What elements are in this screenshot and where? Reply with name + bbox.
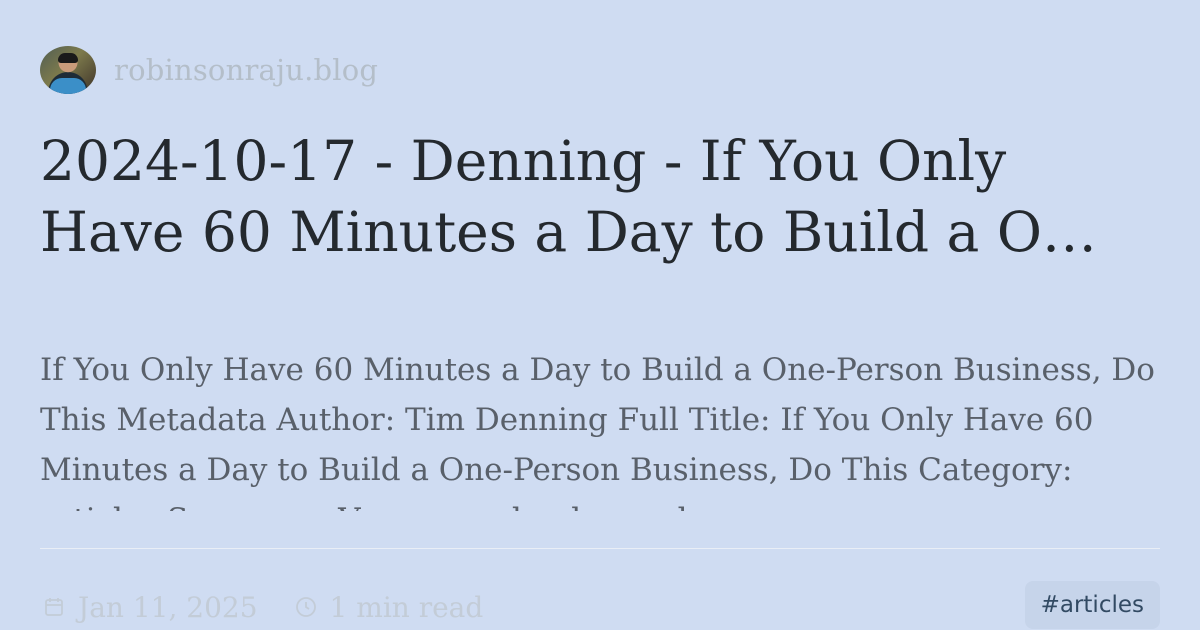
post-preview-card: robinsonraju.blog 2024-10-17 - Denning -… — [40, 40, 1160, 629]
post-date: Jan 11, 2025 — [40, 591, 258, 624]
calendar-icon — [40, 593, 68, 621]
post-title: 2024-10-17 - Denning - If You Only Have … — [40, 129, 1097, 264]
read-time: 1 min read — [292, 590, 484, 624]
post-excerpt: If You Only Have 60 Minutes a Day to Bui… — [40, 352, 1155, 511]
divider — [40, 548, 1160, 549]
site-name: robinsonraju.blog — [114, 53, 379, 87]
post-date-text: Jan 11, 2025 — [78, 590, 258, 624]
read-time-text: 1 min read — [329, 590, 484, 624]
author-avatar — [40, 46, 96, 94]
tag-articles[interactable]: #articles — [1024, 581, 1160, 629]
site-header: robinsonraju.blog — [40, 46, 378, 94]
clock-icon — [292, 593, 320, 621]
post-meta: Jan 11, 2025 1 min read — [40, 584, 517, 630]
